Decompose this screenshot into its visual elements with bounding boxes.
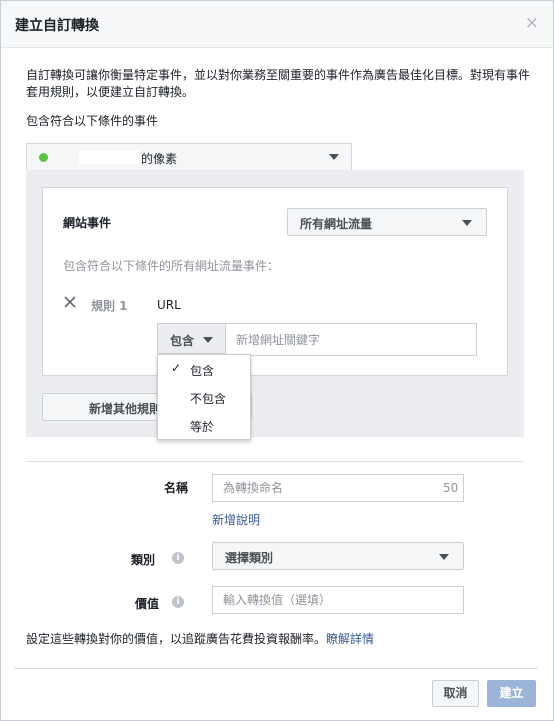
section-divider <box>26 461 524 462</box>
value-input[interactable] <box>212 586 464 614</box>
event-type-select-value: 所有網址流量 <box>300 217 373 231</box>
redacted-pixel-name <box>79 150 139 164</box>
name-field[interactable] <box>213 475 463 501</box>
name-input[interactable] <box>212 474 464 502</box>
footer-divider <box>14 668 538 669</box>
chevron-down-icon <box>462 220 472 226</box>
value-field[interactable] <box>213 587 463 613</box>
operator-option-label: 不包含 <box>190 392 227 406</box>
dialog-description: 自訂轉換可讓你衡量特定事件，並以對你業務至關重要的事件作為廣告最佳化目標。對現有… <box>26 68 531 99</box>
chevron-down-icon <box>439 554 449 560</box>
add-description-link[interactable]: 新增說明 <box>212 511 260 528</box>
category-select-value: 選擇類別 <box>225 551 274 565</box>
dialog-header: 建立自訂轉換 × <box>1 1 553 48</box>
name-label: 名稱 <box>164 481 189 495</box>
value-footnote-text: 設定這些轉換對你的價值，以追蹤廣告花費投資報酬率。 <box>26 632 327 646</box>
info-icon[interactable]: i <box>172 596 184 608</box>
operator-dropdown-menu: ✓ 包含 不包含 等於 <box>157 354 251 440</box>
category-label: 類別 <box>131 553 156 567</box>
url-keyword-field[interactable] <box>226 324 476 355</box>
operator-option-not-contains[interactable]: 不包含 <box>158 384 250 410</box>
operator-option-label: 等於 <box>190 420 215 434</box>
category-select[interactable]: 選擇類別 <box>212 542 464 570</box>
event-type-select[interactable]: 所有網址流量 <box>287 208 487 236</box>
add-rule-button-label: 新增其他規則 <box>89 402 162 416</box>
operator-option-label: 包含 <box>190 364 215 378</box>
info-icon[interactable]: i <box>172 552 184 564</box>
value-footnote: 設定這些轉換對你的價值，以追蹤廣告花費投資報酬率。瞭解詳情 <box>26 630 374 647</box>
check-icon: ✓ <box>171 361 182 375</box>
include-events-label: 包含符合以下條件的事件 <box>26 114 159 128</box>
operator-select-value: 包含 <box>170 334 195 348</box>
url-keyword-input[interactable] <box>225 323 477 356</box>
value-label: 價值 <box>135 597 160 611</box>
chevron-down-icon <box>329 154 339 160</box>
pixel-selector[interactable]: 的像素 <box>26 143 352 170</box>
create-button[interactable]: 建立 <box>487 680 536 707</box>
operator-option-contains[interactable]: ✓ 包含 <box>158 356 250 382</box>
cancel-button[interactable]: 取消 <box>432 680 479 707</box>
rule-number-label: 規則 1 <box>91 299 128 313</box>
operator-option-equals[interactable]: 等於 <box>158 412 250 438</box>
name-char-counter: 50 <box>443 481 459 495</box>
remove-rule-icon[interactable] <box>63 294 77 310</box>
pixel-selector-label: 的像素 <box>141 152 178 166</box>
pixel-status-icon <box>39 153 48 162</box>
close-icon[interactable]: × <box>525 13 539 33</box>
operator-select[interactable]: 包含 <box>157 323 225 354</box>
chevron-down-icon <box>203 337 213 343</box>
learn-more-link[interactable]: 瞭解詳情 <box>326 632 374 646</box>
website-event-label: 網站事件 <box>63 216 112 230</box>
rule-field-label: URL <box>157 298 181 312</box>
dialog-title: 建立自訂轉換 <box>15 18 99 34</box>
rule-hint: 包含符合以下條件的所有網址流量事件： <box>63 259 280 273</box>
